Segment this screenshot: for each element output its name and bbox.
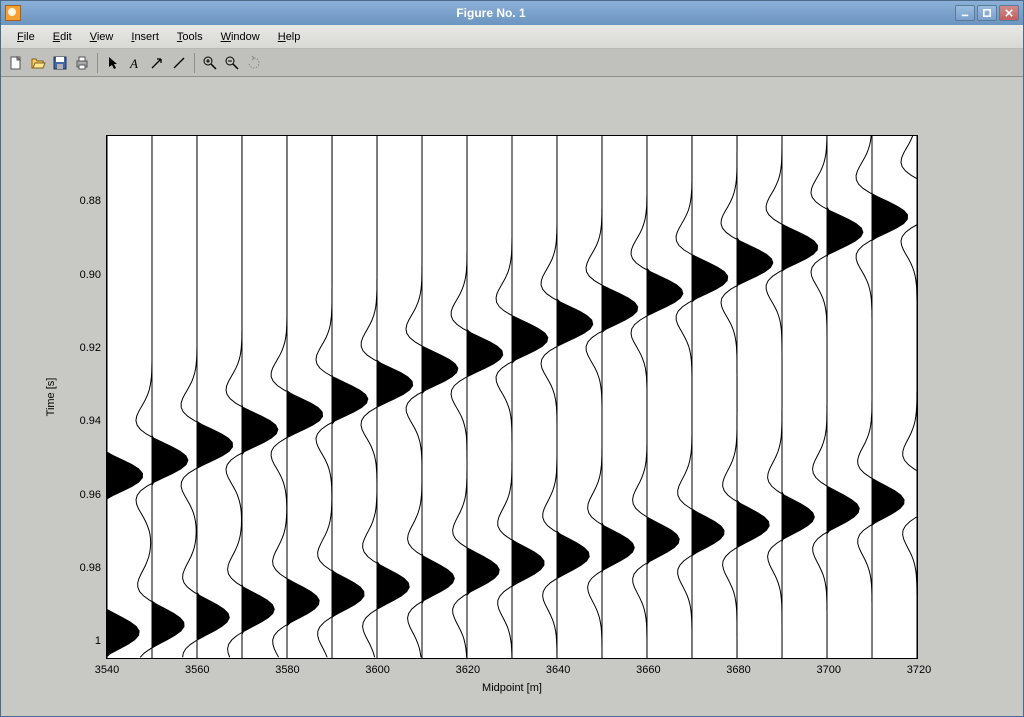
rotate-button[interactable] bbox=[243, 52, 265, 74]
y-tick-label: 0.92 bbox=[80, 342, 107, 354]
y-tick-label: 0.96 bbox=[80, 489, 107, 501]
matlab-icon bbox=[5, 5, 21, 21]
close-button[interactable] bbox=[999, 5, 1019, 21]
open-button[interactable] bbox=[27, 52, 49, 74]
menubar: File Edit View Insert Tools Window Help bbox=[1, 25, 1023, 49]
line-button[interactable] bbox=[168, 52, 190, 74]
y-axis-label: Time [s] bbox=[45, 377, 57, 416]
app-window: Figure No. 1 File Edit View Insert Tools… bbox=[0, 0, 1024, 717]
y-tick-label: 0.94 bbox=[80, 415, 107, 427]
y-tick-label: 1 bbox=[95, 635, 107, 647]
pointer-button[interactable] bbox=[102, 52, 124, 74]
menu-file[interactable]: File bbox=[9, 29, 43, 45]
wiggle-plot bbox=[107, 136, 917, 658]
menu-view[interactable]: View bbox=[82, 29, 122, 45]
window-title: Figure No. 1 bbox=[27, 6, 955, 20]
toolbar-separator bbox=[194, 53, 195, 73]
x-axis-label: Midpoint [m] bbox=[482, 682, 542, 694]
x-tick-label: 3600 bbox=[365, 658, 389, 676]
menu-edit[interactable]: Edit bbox=[45, 29, 80, 45]
maximize-button[interactable] bbox=[977, 5, 997, 21]
x-tick-label: 3700 bbox=[817, 658, 841, 676]
svg-text:A: A bbox=[129, 56, 138, 71]
y-tick-label: 0.88 bbox=[80, 195, 107, 207]
x-tick-label: 3680 bbox=[726, 658, 750, 676]
minimize-button[interactable] bbox=[955, 5, 975, 21]
y-tick-label: 0.98 bbox=[80, 562, 107, 574]
zoom-out-button[interactable] bbox=[221, 52, 243, 74]
arrow-button[interactable] bbox=[146, 52, 168, 74]
x-tick-label: 3620 bbox=[456, 658, 480, 676]
menu-help[interactable]: Help bbox=[270, 29, 309, 45]
toolbar: A bbox=[1, 49, 1023, 77]
axes[interactable]: Time [s] Midpoint [m] 0.880.900.920.940.… bbox=[106, 135, 918, 659]
x-tick-label: 3720 bbox=[907, 658, 931, 676]
zoom-in-button[interactable] bbox=[199, 52, 221, 74]
menu-insert[interactable]: Insert bbox=[123, 29, 167, 45]
x-tick-label: 3540 bbox=[95, 658, 119, 676]
menu-window[interactable]: Window bbox=[213, 29, 268, 45]
titlebar[interactable]: Figure No. 1 bbox=[1, 1, 1023, 25]
toolbar-separator bbox=[97, 53, 98, 73]
x-tick-label: 3580 bbox=[275, 658, 299, 676]
print-button[interactable] bbox=[71, 52, 93, 74]
figure-area: Time [s] Midpoint [m] 0.88 0.90 0.92 0.94 0.… bbox=[1, 77, 1023, 716]
new-figure-button[interactable] bbox=[5, 52, 27, 74]
x-tick-label: 3560 bbox=[185, 658, 209, 676]
menu-tools[interactable]: Tools bbox=[169, 29, 211, 45]
save-button[interactable] bbox=[49, 52, 71, 74]
y-tick-label: 0.90 bbox=[80, 269, 107, 281]
x-tick-label: 3660 bbox=[636, 658, 660, 676]
x-tick-label: 3640 bbox=[546, 658, 570, 676]
text-button[interactable]: A bbox=[124, 52, 146, 74]
